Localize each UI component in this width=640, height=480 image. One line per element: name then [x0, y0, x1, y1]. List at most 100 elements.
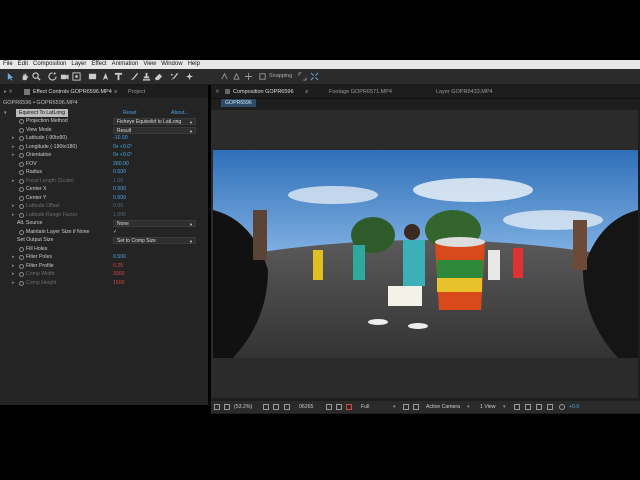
- mask-visibility-icon[interactable]: [273, 404, 279, 410]
- region-of-interest-icon[interactable]: [403, 404, 409, 410]
- param-dropdown[interactable]: None ▼: [113, 220, 196, 227]
- grid-guides-icon[interactable]: [263, 404, 269, 410]
- param-value[interactable]: 0.00: [113, 202, 123, 210]
- snap-edges-icon[interactable]: [298, 72, 307, 81]
- tab-project[interactable]: Project: [128, 87, 145, 97]
- expand-arrow-icon[interactable]: ▸: [12, 202, 15, 210]
- clone-stamp-tool-icon[interactable]: [142, 72, 151, 81]
- world-axis-icon[interactable]: [232, 72, 241, 81]
- timeline-icon[interactable]: [536, 404, 542, 410]
- param-value[interactable]: 3000: [113, 270, 125, 278]
- snapshot-icon[interactable]: [326, 404, 332, 410]
- menu-edit[interactable]: Edit: [18, 60, 28, 69]
- reset-exposure-icon[interactable]: [559, 404, 565, 410]
- stopwatch-icon[interactable]: [19, 280, 24, 286]
- rotate-tool-icon[interactable]: [48, 72, 57, 81]
- tab-layer[interactable]: Layer GOPR6433.MP4: [436, 87, 493, 97]
- type-tool-icon[interactable]: [114, 72, 123, 81]
- stopwatch-icon[interactable]: [19, 229, 24, 235]
- brush-tool-icon[interactable]: [130, 72, 139, 81]
- expand-arrow-icon[interactable]: ▸: [12, 262, 15, 270]
- tab-footage[interactable]: Footage GOPR6571.MP4: [329, 87, 392, 97]
- pen-tool-icon[interactable]: [101, 72, 110, 81]
- about-button[interactable]: About...: [171, 109, 189, 117]
- param-value[interactable]: 0.25: [113, 262, 123, 270]
- exposure-value[interactable]: +0.0: [569, 403, 579, 411]
- flowchart-icon[interactable]: [547, 404, 553, 410]
- expand-arrow-icon[interactable]: ▸: [12, 134, 15, 142]
- eraser-tool-icon[interactable]: [154, 72, 163, 81]
- param-value[interactable]: 1.00: [113, 177, 123, 185]
- zoom-level[interactable]: (53.2%): [234, 403, 252, 411]
- camera-select[interactable]: Active Camera: [426, 403, 460, 411]
- tab-composition[interactable]: Composition GOPR6596: [233, 87, 294, 97]
- panel-menu-icon[interactable]: ▸ ✕: [4, 87, 13, 97]
- panel-options-icon[interactable]: ≡: [305, 87, 308, 97]
- snapping-checkbox-icon[interactable]: [258, 72, 267, 81]
- reset-button[interactable]: Reset: [123, 109, 137, 117]
- menu-layer[interactable]: Layer: [71, 60, 86, 69]
- menu-window[interactable]: Window: [161, 60, 182, 69]
- param-value[interactable]: 0.500: [113, 168, 126, 176]
- effect-name[interactable]: Equirect To LatLong: [16, 109, 69, 117]
- expand-arrow-icon[interactable]: ▸: [12, 151, 15, 159]
- param-value[interactable]: 0x +0.0°: [113, 151, 132, 159]
- resolution-select[interactable]: Full: [361, 403, 369, 411]
- lock-icon[interactable]: [24, 89, 30, 95]
- stopwatch-icon[interactable]: [19, 161, 24, 167]
- transparency-grid-icon[interactable]: [413, 404, 419, 410]
- stopwatch-icon[interactable]: [19, 187, 24, 192]
- stopwatch-icon[interactable]: [19, 170, 24, 175]
- stopwatch-icon[interactable]: [19, 178, 24, 184]
- param-value[interactable]: -10.00: [113, 134, 128, 142]
- param-value[interactable]: 280.00: [113, 160, 129, 168]
- puppet-pin-tool-icon[interactable]: [185, 72, 194, 81]
- param-value[interactable]: 0.500: [113, 194, 126, 202]
- view-chevron-icon[interactable]: ▾: [503, 403, 506, 411]
- menu-help[interactable]: Help: [188, 60, 200, 69]
- param-dropdown[interactable]: Result ▼: [113, 126, 196, 134]
- stopwatch-icon[interactable]: [19, 255, 24, 260]
- menu-composition[interactable]: Composition: [33, 60, 66, 69]
- stopwatch-icon[interactable]: [19, 246, 24, 252]
- expand-arrow-icon[interactable]: ▸: [12, 279, 15, 287]
- toggle-pixel-aspect-icon[interactable]: [514, 404, 520, 410]
- expand-arrow-icon[interactable]: ▸: [12, 211, 15, 219]
- stopwatch-icon[interactable]: [19, 204, 24, 209]
- expand-arrow-icon[interactable]: ▸: [12, 143, 15, 151]
- resolution-chevron-icon[interactable]: ▾: [393, 403, 396, 411]
- stopwatch-icon[interactable]: [19, 195, 24, 201]
- view-layout-select[interactable]: 1 View: [480, 403, 495, 411]
- stopwatch-icon[interactable]: [19, 263, 24, 269]
- param-value[interactable]: 0x +0.0°: [113, 143, 132, 151]
- snap-expand-icon[interactable]: [310, 72, 319, 81]
- effect-expand-icon[interactable]: ▾: [4, 109, 7, 117]
- stopwatch-icon[interactable]: [19, 127, 24, 133]
- time-icon[interactable]: [284, 404, 290, 410]
- menu-file[interactable]: File: [3, 60, 13, 69]
- selection-tool-icon[interactable]: [6, 72, 15, 81]
- param-dropdown[interactable]: Set to Comp Size ▼: [113, 237, 196, 244]
- lock-icon[interactable]: [225, 89, 230, 94]
- timecode[interactable]: 06265: [299, 403, 313, 411]
- show-snapshot-icon[interactable]: [336, 404, 342, 410]
- pan-behind-tool-icon[interactable]: [72, 72, 81, 81]
- always-preview-icon[interactable]: [214, 404, 220, 410]
- stopwatch-icon[interactable]: [19, 144, 24, 150]
- menu-animation[interactable]: Animation: [112, 60, 139, 69]
- hand-tool-icon[interactable]: [20, 72, 29, 81]
- stopwatch-icon[interactable]: [19, 119, 24, 124]
- expand-arrow-icon[interactable]: ▸: [12, 177, 15, 185]
- expand-arrow-icon[interactable]: ▸: [12, 253, 15, 261]
- param-dropdown[interactable]: Fisheye Equisolid to LatLong ▼: [113, 118, 196, 125]
- param-value[interactable]: 1.000: [113, 211, 126, 219]
- expand-arrow-icon[interactable]: ▸: [12, 270, 15, 278]
- stopwatch-icon[interactable]: [19, 153, 24, 158]
- panel-options-icon[interactable]: ≡: [114, 87, 117, 97]
- stopwatch-icon[interactable]: [19, 136, 24, 141]
- tab-effect-controls[interactable]: Effect Controls GOPR6596.MP4: [33, 87, 112, 97]
- magnification-icon[interactable]: [224, 404, 230, 410]
- fast-previews-icon[interactable]: [525, 404, 531, 410]
- param-value[interactable]: 1500: [113, 279, 125, 287]
- param-value[interactable]: 0.500: [113, 253, 126, 261]
